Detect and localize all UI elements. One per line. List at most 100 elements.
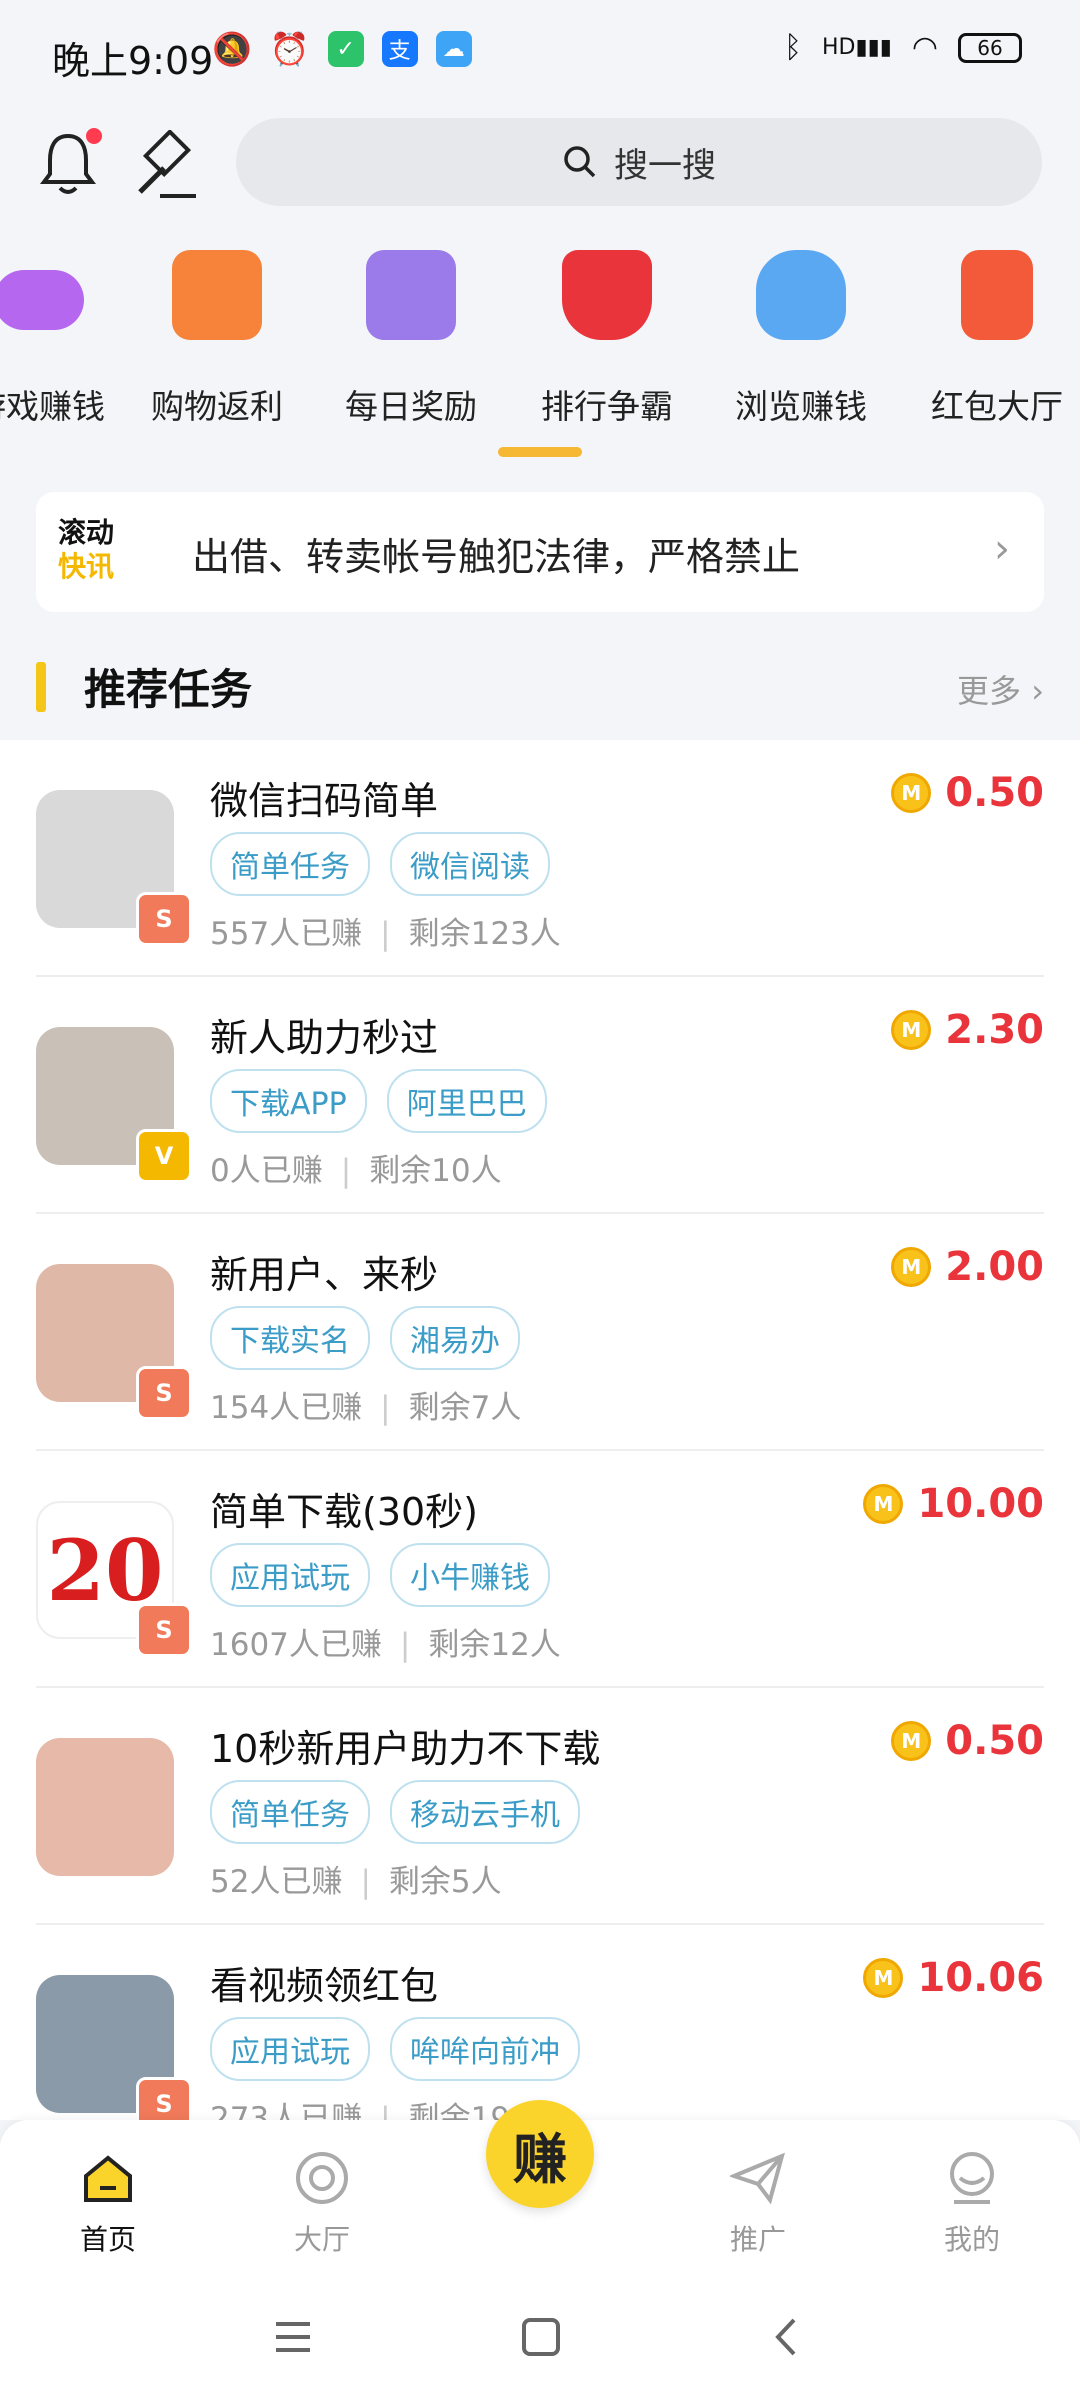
category-strip[interactable]: 游戏赚钱 购物返利 每日奖励 排行争霸 浏览赚钱 红包大厅: [0, 250, 1080, 460]
task-tags: 下载APP 阿里巴巴: [210, 1069, 547, 1133]
task-stats: 52人已赚 | 剩余5人: [210, 1864, 502, 1900]
tab-mine[interactable]: 我的: [912, 2150, 1032, 2258]
section-title: 推荐任务: [84, 665, 253, 714]
section-accent-bar: [36, 662, 46, 712]
category-scroll-indicator: [498, 447, 582, 457]
task-tags: 应用试玩 哞哞向前冲: [210, 2017, 580, 2081]
task-name: 新人助力秒过: [210, 1016, 439, 1060]
reward-amount: 0.50: [945, 1718, 1044, 1764]
bluetooth-icon: ᛒ: [784, 30, 802, 65]
task-stats: 273人已赚 | 剩余19人: [210, 2101, 542, 2120]
coin-icon: M: [891, 1247, 932, 1287]
level-badge: S: [136, 1366, 192, 1420]
status-notification-icons: 🔕 ⏰ ✓ 支 ☁: [212, 30, 472, 68]
task-reward: M 0.50: [891, 770, 1044, 816]
coin-icon: M: [891, 773, 932, 813]
task-item[interactable]: S 新用户、来秒 下载实名 湘易办 154人已赚 | 剩余7人 M 2.00: [0, 1214, 1080, 1451]
tab-label: 大厅: [293, 2223, 350, 2256]
task-tags: 应用试玩 小牛赚钱: [210, 1543, 550, 1607]
recommended-tasks-header: 推荐任务 更多 ›: [0, 650, 1080, 740]
task-list: S 微信扫码简单 简单任务 微信阅读 557人已赚 | 剩余123人 M 0.50 …: [0, 740, 1080, 2120]
task-reward: M 10.00: [863, 1481, 1044, 1527]
back-icon[interactable]: [762, 2312, 812, 2362]
shopping-box-icon: [172, 250, 262, 340]
category-daily-reward[interactable]: 每日奖励: [316, 250, 506, 428]
notice-text: 出借、转卖帐号触犯法律，严格禁止: [192, 535, 801, 579]
task-stats: 1607人已赚 | 剩余12人: [210, 1627, 561, 1663]
top-header: 搜一搜: [0, 112, 1080, 222]
category-label: 排行争霸: [541, 387, 673, 426]
paper-plane-icon: [728, 2152, 786, 2205]
reward-amount: 0.50: [945, 770, 1044, 816]
category-ranking[interactable]: 排行争霸: [512, 250, 702, 428]
news-badge: 滚动 快讯: [58, 516, 115, 583]
task-item[interactable]: S 看视频领红包 应用试玩 哞哞向前冲 273人已赚 | 剩余19人 M 10.06: [0, 1925, 1080, 2120]
task-stats: 557人已赚 | 剩余123人: [210, 916, 561, 952]
task-tag: 湘易办: [390, 1306, 520, 1370]
task-tag: 简单任务: [210, 832, 370, 896]
reward-amount: 2.00: [945, 1244, 1044, 1290]
system-nav-bar: [0, 2270, 1080, 2400]
mute-icon: 🔕: [212, 30, 252, 68]
task-stats: 0人已赚 | 剩余10人: [210, 1153, 502, 1189]
home-icon: [84, 2155, 132, 2202]
task-tags: 简单任务 移动云手机: [210, 1780, 580, 1844]
hall-icon: [296, 2152, 348, 2204]
reward-amount: 10.00: [917, 1481, 1044, 1527]
menu-icon[interactable]: [268, 2312, 318, 2362]
task-tags: 简单任务 微信阅读: [210, 832, 550, 896]
category-label: 浏览赚钱: [735, 387, 867, 426]
auction-hammer-icon[interactable]: [130, 128, 202, 202]
notification-bell-icon[interactable]: [38, 128, 102, 202]
tab-home[interactable]: 首页: [48, 2150, 168, 2258]
task-tag: 阿里巴巴: [386, 1069, 547, 1133]
tab-promote[interactable]: 推广: [698, 2150, 818, 2258]
gift-icon: [366, 250, 456, 340]
task-tag: 应用试玩: [210, 2017, 370, 2081]
earn-button[interactable]: 赚: [486, 2100, 594, 2208]
level-badge: S: [136, 1603, 192, 1657]
task-avatar: [36, 1738, 174, 1876]
task-name: 看视频领红包: [210, 1964, 439, 2008]
task-tag: 微信阅读: [390, 832, 550, 896]
search-bar[interactable]: 搜一搜: [236, 118, 1042, 206]
task-name: 简单下载(30秒): [210, 1490, 479, 1534]
category-browse[interactable]: 浏览赚钱: [706, 250, 896, 428]
category-shopping[interactable]: 购物返利: [122, 250, 312, 428]
task-item[interactable]: S 微信扫码简单 简单任务 微信阅读 557人已赚 | 剩余123人 M 0.50: [0, 740, 1080, 977]
task-reward: M 2.30: [891, 1007, 1044, 1053]
level-badge: S: [136, 892, 192, 946]
task-reward: M 0.50: [891, 1718, 1044, 1764]
category-label: 每日奖励: [345, 387, 477, 426]
category-game[interactable]: 游戏赚钱: [0, 250, 134, 428]
task-tags: 下载实名 湘易办: [210, 1306, 520, 1370]
profile-icon: [950, 2152, 994, 2204]
category-label: 红包大厅: [931, 387, 1063, 426]
task-item[interactable]: 20 S 简单下载(30秒) 应用试玩 小牛赚钱 1607人已赚 | 剩余12人 M…: [0, 1451, 1080, 1688]
task-name: 10秒新用户助力不下载: [210, 1727, 601, 1771]
category-red-envelope[interactable]: 红包大厅: [902, 250, 1080, 428]
task-item[interactable]: V 新人助力秒过 下载APP 阿里巴巴 0人已赚 | 剩余10人 M 2.30: [0, 977, 1080, 1214]
task-name: 新用户、来秒: [210, 1253, 439, 1297]
home-square-icon[interactable]: [516, 2312, 566, 2362]
status-time: 晚上9:09: [52, 39, 214, 83]
alipay-icon: 支: [381, 31, 418, 67]
search-placeholder: 搜一搜: [614, 145, 716, 186]
notice-banner[interactable]: 滚动 快讯 出借、转卖帐号触犯法律，严格禁止 ›: [36, 492, 1044, 612]
trophy-icon: [562, 250, 652, 340]
task-tag: 移动云手机: [390, 1780, 580, 1844]
bottom-tab-bar: 首页 大厅 赚 推广 我的: [0, 2100, 1080, 2270]
alarm-icon: ⏰: [269, 30, 310, 68]
level-badge: V: [136, 1129, 192, 1183]
level-badge: S: [136, 2077, 192, 2120]
signal-icon: HD▮▮▮: [822, 35, 892, 60]
cloud-icon: ☁: [435, 31, 472, 67]
task-item[interactable]: 10秒新用户助力不下载 简单任务 移动云手机 52人已赚 | 剩余5人 M 0.50: [0, 1688, 1080, 1925]
task-tag: 简单任务: [210, 1780, 370, 1844]
red-envelope-icon: [961, 250, 1033, 340]
tab-hall[interactable]: 大厅: [262, 2150, 382, 2258]
task-name: 微信扫码简单: [210, 779, 439, 823]
tab-label: 推广: [729, 2223, 786, 2256]
notification-dot: [86, 128, 102, 144]
more-link[interactable]: 更多 ›: [957, 666, 1044, 712]
